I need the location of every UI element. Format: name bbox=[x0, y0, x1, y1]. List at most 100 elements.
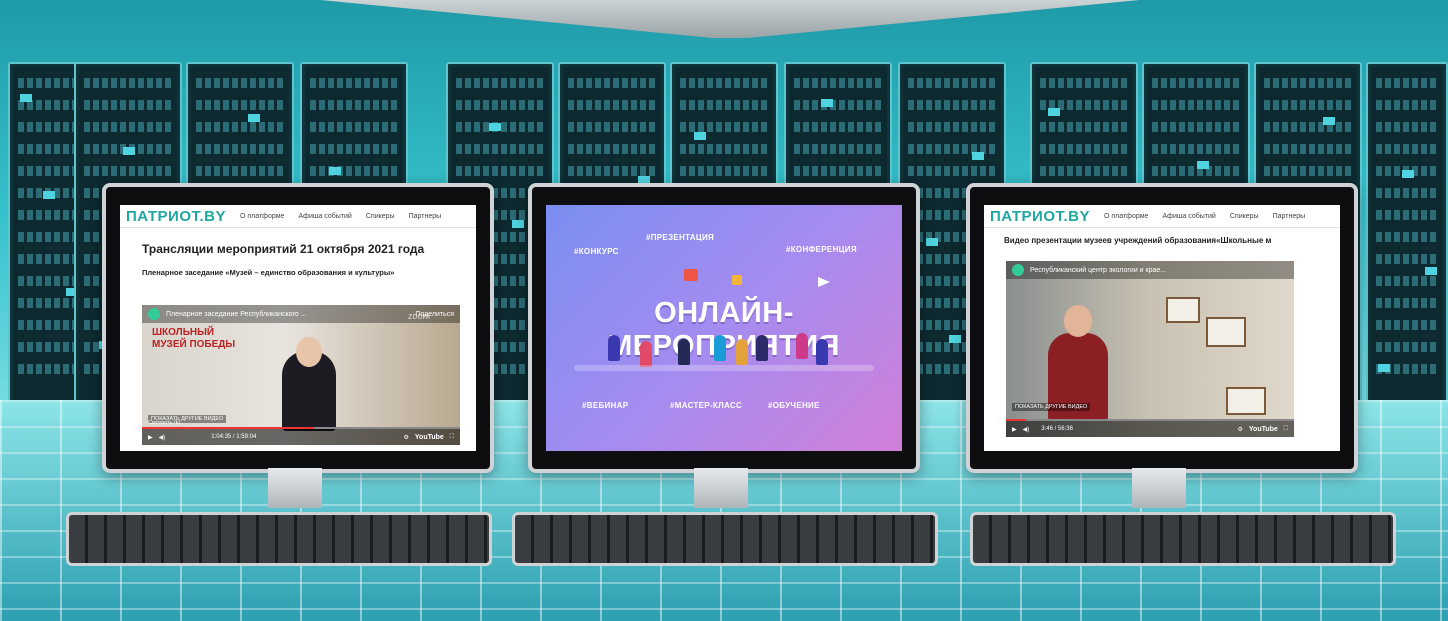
site-header: ПАТРИОТ.BY О платформе Афиша событий Спи… bbox=[984, 205, 1340, 228]
monitor-stand bbox=[268, 468, 322, 508]
settings-icon[interactable]: ⚙ bbox=[404, 434, 409, 441]
speaker-head bbox=[296, 337, 322, 367]
video-title[interactable]: Республиканский центр экологии и крае... bbox=[1030, 267, 1166, 274]
right-screen: ПАТРИОТ.BY О платформе Афиша событий Спи… bbox=[984, 205, 1340, 451]
rack-led bbox=[1323, 117, 1335, 125]
video-player[interactable]: Республиканский центр экологии и крае...… bbox=[1006, 261, 1294, 437]
rack-led bbox=[926, 238, 938, 246]
nav-speakers[interactable]: Спикеры bbox=[366, 213, 395, 220]
page-subtitle: Пленарное заседание «Музей – единство об… bbox=[142, 268, 395, 277]
rack-unit bbox=[84, 122, 172, 132]
rack-unit bbox=[908, 100, 996, 110]
rack-unit bbox=[456, 166, 544, 176]
server-room-scene: ПАТРИОТ.BY О платформе Афиша событий Спи… bbox=[0, 0, 1448, 621]
site-logo[interactable]: ПАТРИОТ.BY bbox=[990, 208, 1090, 225]
settings-icon[interactable]: ⚙ bbox=[1238, 426, 1243, 433]
rack-unit bbox=[1264, 100, 1352, 110]
rack-led bbox=[1378, 364, 1390, 372]
rack-unit bbox=[1152, 122, 1240, 132]
rack-unit bbox=[456, 78, 544, 88]
rack-unit bbox=[1376, 342, 1438, 352]
rack-led bbox=[248, 114, 260, 122]
rack-unit bbox=[196, 144, 284, 154]
channel-avatar bbox=[1012, 264, 1024, 276]
video-top-bar: Республиканский центр экологии и крае... bbox=[1006, 261, 1294, 279]
youtube-logo[interactable]: YouTube bbox=[1249, 426, 1278, 433]
nav-events[interactable]: Афиша событий bbox=[298, 213, 351, 220]
rack-led bbox=[1048, 108, 1060, 116]
rack-led bbox=[123, 147, 135, 155]
volume-icon[interactable]: ◀) bbox=[1023, 426, 1030, 433]
person-figure bbox=[714, 335, 726, 361]
left-monitor: ПАТРИОТ.BY О платформе Афиша событий Спи… bbox=[102, 183, 494, 473]
rack-unit bbox=[680, 78, 768, 88]
video-title[interactable]: Пленарное заседание Республиканского ... bbox=[166, 311, 307, 318]
site-logo[interactable]: ПАТРИОТ.BY bbox=[126, 208, 226, 225]
rack-led bbox=[43, 191, 55, 199]
person-figure bbox=[796, 333, 808, 359]
desk bbox=[574, 365, 874, 371]
fullscreen-icon[interactable]: ⛶ bbox=[450, 434, 454, 441]
play-icon[interactable]: ▶ bbox=[148, 434, 153, 441]
rack-unit bbox=[794, 166, 882, 176]
rack-unit bbox=[1264, 78, 1352, 88]
person-figure bbox=[608, 335, 620, 361]
rack-unit bbox=[794, 144, 882, 154]
rack-unit bbox=[1376, 276, 1438, 286]
rack-unit bbox=[310, 78, 398, 88]
rack-unit bbox=[1040, 166, 1128, 176]
more-videos-label[interactable]: ПОКАЗАТЬ ДРУГИЕ ВИДЕО bbox=[1012, 403, 1091, 411]
rack-unit bbox=[1152, 144, 1240, 154]
nav-about[interactable]: О платформе bbox=[1104, 213, 1148, 220]
rack-led bbox=[20, 94, 32, 102]
presenter-head bbox=[1064, 305, 1092, 337]
rack-unit bbox=[1376, 188, 1438, 198]
rack-unit bbox=[1152, 100, 1240, 110]
nav-partners[interactable]: Партнеры bbox=[409, 213, 442, 220]
rack-unit bbox=[196, 166, 284, 176]
server-rack bbox=[1366, 62, 1448, 406]
right-monitor: ПАТРИОТ.BY О платформе Афиша событий Спи… bbox=[966, 183, 1358, 473]
nav-about[interactable]: О платформе bbox=[240, 213, 284, 220]
page-title: Видео презентации музеев учреждений обра… bbox=[1004, 236, 1272, 245]
fullscreen-icon[interactable]: ⛶ bbox=[1284, 426, 1288, 433]
rack-unit bbox=[1376, 144, 1438, 154]
volume-icon[interactable]: ◀) bbox=[159, 434, 166, 441]
rack-led bbox=[1197, 161, 1209, 169]
center-monitor: #КОНКУРС #ПРЕЗЕНТАЦИЯ #КОНФЕРЕНЦИЯ ОНЛАЙ… bbox=[528, 183, 920, 473]
rack-led bbox=[512, 220, 524, 228]
nav-events[interactable]: Афиша событий bbox=[1162, 213, 1215, 220]
rack-unit bbox=[196, 100, 284, 110]
youtube-logo[interactable]: YouTube bbox=[415, 434, 444, 441]
rack-unit bbox=[1264, 166, 1352, 176]
rack-unit bbox=[310, 100, 398, 110]
paper-plane-icon bbox=[818, 277, 830, 287]
rack-unit bbox=[310, 166, 398, 176]
rack-led bbox=[329, 167, 341, 175]
play-icon bbox=[684, 269, 698, 281]
rack-led bbox=[972, 152, 984, 160]
question-icon bbox=[732, 275, 742, 285]
rack-unit bbox=[310, 144, 398, 154]
rack-unit bbox=[1376, 232, 1438, 242]
center-screen: #КОНКУРС #ПРЕЗЕНТАЦИЯ #КОНФЕРЕНЦИЯ ОНЛАЙ… bbox=[546, 205, 902, 451]
play-icon[interactable]: ▶ bbox=[1012, 426, 1017, 433]
rack-unit bbox=[1040, 144, 1128, 154]
rack-unit bbox=[794, 100, 882, 110]
zoom-watermark: zoom bbox=[407, 311, 430, 321]
nav-speakers[interactable]: Спикеры bbox=[1230, 213, 1259, 220]
rack-led bbox=[694, 132, 706, 140]
rack-unit bbox=[1376, 298, 1438, 308]
video-player[interactable]: Пленарное заседание Республиканского ...… bbox=[142, 305, 460, 445]
tag-webinar: #ВЕБИНАР bbox=[582, 401, 629, 410]
rack-unit bbox=[568, 100, 656, 110]
monitor-stand bbox=[694, 468, 748, 508]
rack-unit bbox=[680, 100, 768, 110]
tag-conference: #КОНФЕРЕНЦИЯ bbox=[786, 245, 857, 254]
tag-presentation: #ПРЕЗЕНТАЦИЯ bbox=[646, 233, 715, 242]
rack-unit bbox=[1376, 122, 1438, 132]
rack-unit bbox=[568, 78, 656, 88]
nav-partners[interactable]: Партнеры bbox=[1273, 213, 1306, 220]
rack-unit bbox=[1040, 78, 1128, 88]
rack-unit bbox=[908, 166, 996, 176]
